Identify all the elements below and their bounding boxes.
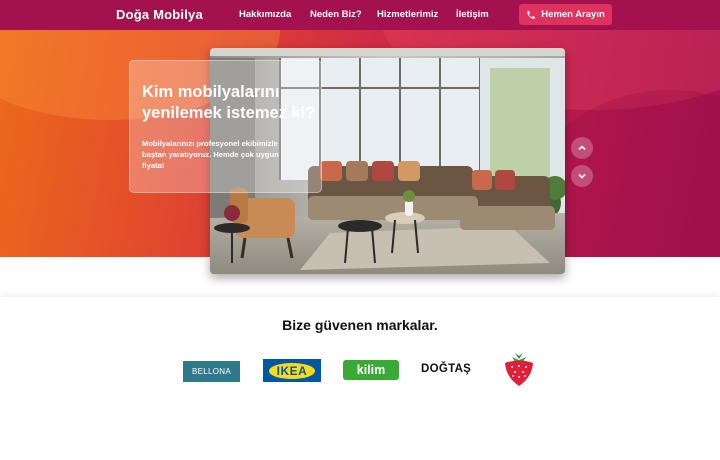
bellona-logo: BELLONA	[183, 361, 240, 382]
hero-description: Mobilyalarınızı profesyonel ekibimizle b…	[142, 139, 279, 170]
kilim-logo: kilim	[343, 360, 399, 380]
nav-link-neden-biz[interactable]: Neden Biz?	[310, 9, 362, 20]
call-button-label: Hemen Arayın	[541, 9, 605, 20]
nav-link-hizmetlerimiz[interactable]: Hizmetlerimiz	[377, 9, 438, 20]
brand-logo[interactable]: Doğa Mobilya	[116, 7, 203, 22]
chevron-down-icon	[578, 173, 586, 179]
ikea-logo-text: IKEA	[268, 362, 316, 379]
navbar: Doğa Mobilya Hakkımızda Neden Biz? Hizme…	[0, 0, 720, 30]
page-bottom	[0, 410, 720, 460]
strawberry-logo	[505, 353, 533, 386]
brands-section: Bize güvenen markalar. BELLONA IKEA kili…	[0, 297, 720, 410]
nav-link-hakkimizda[interactable]: Hakkımızda	[239, 9, 291, 20]
hero-title: Kim mobilyalarını yenilemek istemez ki?	[142, 83, 316, 122]
slider-down-button[interactable]	[571, 165, 593, 187]
phone-icon	[527, 10, 535, 19]
nav-link-iletisim[interactable]: İletişim	[456, 9, 489, 20]
brands-title: Bize güvenen markalar.	[282, 317, 438, 333]
dogtas-logo: DOĞTAŞ	[421, 363, 472, 375]
hero-text-card: Kim mobilyalarını yenilemek istemez ki? …	[129, 60, 322, 193]
slider-up-button[interactable]	[571, 137, 593, 159]
ikea-logo: IKEA	[263, 359, 321, 382]
chevron-up-icon	[578, 145, 586, 151]
call-button[interactable]: Hemen Arayın	[519, 4, 612, 25]
